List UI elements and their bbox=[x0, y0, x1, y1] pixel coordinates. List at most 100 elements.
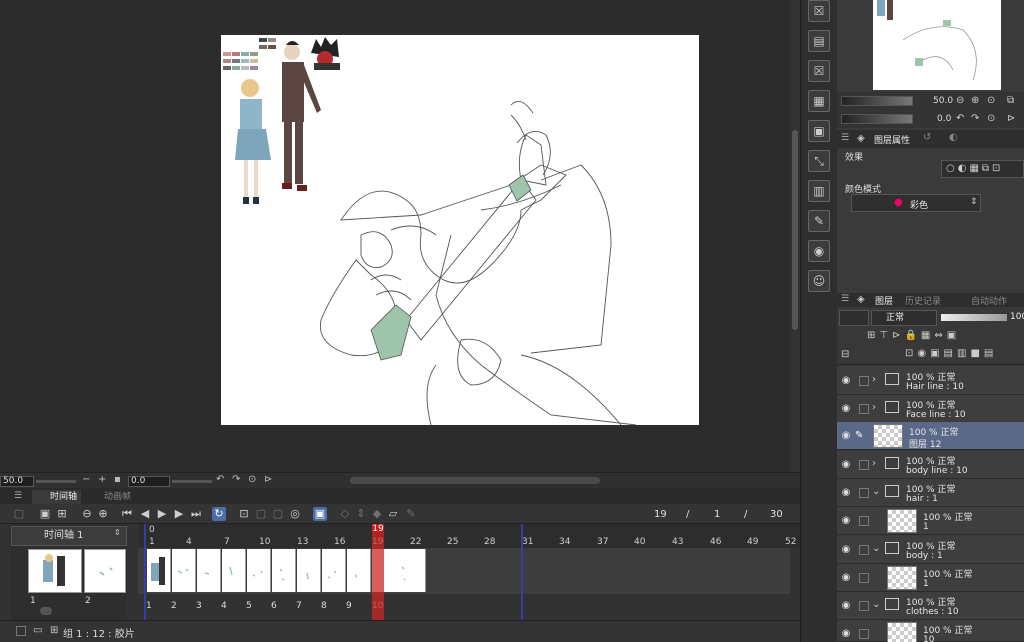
light-table-icon[interactable]: ▣ bbox=[313, 507, 327, 521]
next-frame-icon[interactable]: ▶ bbox=[172, 507, 186, 521]
cel-thumb-7[interactable] bbox=[297, 549, 321, 592]
rotate-right-icon[interactable]: ↷ bbox=[971, 113, 979, 124]
chevron-down-icon[interactable]: ⌄ bbox=[872, 599, 880, 610]
zoom-in-icon[interactable]: ⊕ bbox=[971, 95, 979, 106]
delete-cel-icon[interactable]: ▢ bbox=[271, 507, 285, 521]
layer-row[interactable]: ◉ › 100 % 正常 Face line : 10 bbox=[837, 395, 1024, 423]
eye-icon[interactable]: ◉ bbox=[840, 430, 852, 442]
thumb-scroll[interactable] bbox=[40, 607, 52, 615]
eye-icon[interactable]: ◉ bbox=[840, 600, 852, 612]
tab-auto-actions[interactable]: 自动动作 bbox=[971, 294, 1007, 307]
left-thumb-1[interactable] bbox=[28, 549, 82, 593]
flip-horizontal-icon[interactable]: ⊳ bbox=[264, 474, 272, 485]
layer-row[interactable]: ◉ ⌄ 100 % 正常 clothes : 10 bbox=[837, 592, 1024, 620]
layer-checkbox[interactable] bbox=[859, 629, 869, 639]
cel-thumb-1[interactable] bbox=[147, 549, 171, 592]
navigator-rotation-value[interactable]: 0.0 bbox=[937, 114, 951, 124]
layer-lock-icons[interactable]: ⊞⊤⊳🔒▦⇔▣ bbox=[867, 330, 960, 341]
rotation-slider[interactable] bbox=[172, 480, 212, 483]
copy-icon[interactable]: ▣ bbox=[808, 120, 830, 142]
new-animation-folder-icon[interactable]: ⊡ bbox=[237, 507, 251, 521]
timeline-selector[interactable]: 时间轴 1 bbox=[11, 526, 127, 546]
tab-timeline[interactable]: 时间轴 bbox=[32, 490, 82, 504]
layer-checkbox[interactable] bbox=[859, 545, 869, 555]
eye-icon[interactable]: ◉ bbox=[840, 375, 852, 387]
zoom-slider[interactable] bbox=[36, 480, 76, 483]
pen-icon[interactable]: ✎ bbox=[404, 507, 418, 521]
layer-checkbox[interactable] bbox=[859, 488, 869, 498]
panel-menu-icon[interactable]: ☰ bbox=[841, 294, 849, 304]
fill-icon[interactable]: ▦ bbox=[808, 90, 830, 112]
layer-row[interactable]: ◉ ⌄ 100 % 正常 hair : 1 bbox=[837, 479, 1024, 507]
eye-icon[interactable]: ◉ bbox=[840, 544, 852, 556]
chevron-right-icon[interactable]: › bbox=[872, 458, 876, 469]
eye-icon[interactable]: ◉ bbox=[840, 628, 852, 640]
zoom-field[interactable]: 50.0 bbox=[0, 476, 34, 487]
eye-icon[interactable]: ◉ bbox=[840, 572, 852, 584]
layer-row[interactable]: ◉ › 100 % 正常 body line : 10 bbox=[837, 451, 1024, 479]
layer-checkbox[interactable] bbox=[859, 516, 869, 526]
rotate-left-icon[interactable]: ↶ bbox=[956, 113, 964, 124]
tab-layers[interactable]: 图层 bbox=[875, 294, 893, 307]
rotate-left-icon[interactable]: ↶ bbox=[216, 474, 224, 485]
layer-row[interactable]: ◉ ⌄ 100 % 正常 body : 1 bbox=[837, 536, 1024, 564]
keyframe-icon[interactable]: ◇ bbox=[338, 507, 352, 521]
panel-menu-icon[interactable]: ☰ bbox=[841, 133, 849, 143]
figure-icon[interactable]: ☺ bbox=[808, 270, 830, 292]
layer-checkbox[interactable] bbox=[859, 460, 869, 470]
layer-checkbox[interactable] bbox=[859, 376, 869, 386]
cel-thumb-2[interactable] bbox=[172, 549, 196, 592]
layer-checkbox[interactable] bbox=[859, 573, 869, 583]
chevron-right-icon[interactable]: › bbox=[872, 402, 876, 413]
zoom-in-timeline-icon[interactable]: ⊕ bbox=[96, 507, 110, 521]
cel-list-icon[interactable]: ⊞ bbox=[55, 507, 69, 521]
cel-thumb-3[interactable] bbox=[197, 549, 221, 592]
chevron-down-icon[interactable]: ⌄ bbox=[872, 543, 880, 554]
clear-icon[interactable]: ☒ bbox=[808, 60, 830, 82]
loop-icon[interactable]: ↻ bbox=[212, 507, 226, 521]
first-frame-icon[interactable]: ⏮ bbox=[120, 507, 134, 521]
layer-row[interactable]: ◉ 100 % 正常 1 bbox=[837, 564, 1024, 592]
camera-icon[interactable]: ◉ bbox=[808, 240, 830, 262]
last-frame-icon[interactable]: ⏭ bbox=[189, 507, 203, 521]
canvas-vertical-scrollbar[interactable] bbox=[790, 0, 800, 472]
layer-color-select[interactable] bbox=[839, 310, 869, 326]
zoom-in-icon[interactable]: + bbox=[98, 474, 106, 485]
cel-thumb-6[interactable] bbox=[272, 549, 296, 592]
keyframe-stepper-icon[interactable]: ⇕ bbox=[354, 507, 368, 521]
layer-checkbox[interactable] bbox=[859, 601, 869, 611]
tab-icon[interactable]: ◐ bbox=[949, 132, 958, 143]
navigator-preview[interactable] bbox=[873, 0, 1001, 90]
canvas-paper[interactable] bbox=[221, 35, 699, 426]
zoom-out-icon[interactable]: − bbox=[82, 474, 90, 485]
new-cel-icon[interactable]: ▢ bbox=[254, 507, 268, 521]
rotate-reset-icon[interactable]: ⊙ bbox=[248, 474, 256, 485]
rotate-reset-icon[interactable]: ⊙ bbox=[987, 113, 995, 124]
zoom-reset-icon[interactable]: ▪ bbox=[114, 474, 121, 485]
chevron-right-icon[interactable]: › bbox=[872, 374, 876, 385]
prev-frame-icon[interactable]: ◀ bbox=[138, 507, 152, 521]
onion-skin-icon[interactable]: ◎ bbox=[288, 507, 302, 521]
flip-icon[interactable]: ⊳ bbox=[1007, 113, 1015, 124]
save-icon[interactable]: ▤ bbox=[808, 30, 830, 52]
panel-menu-icon[interactable]: ☰ bbox=[14, 491, 22, 501]
fit-icon[interactable]: ⊙ bbox=[987, 95, 995, 106]
tab-animation-cels[interactable]: 动画帧 bbox=[86, 490, 135, 504]
rotation-field[interactable]: 0.0 bbox=[128, 476, 170, 487]
layer-panel-icon[interactable]: ⊟ bbox=[841, 349, 849, 360]
transform-icon[interactable]: ⤡ bbox=[808, 150, 830, 172]
eye-icon[interactable]: ◉ bbox=[840, 515, 852, 527]
scrollbar-thumb[interactable] bbox=[792, 130, 798, 330]
zoom-out-timeline-icon[interactable]: ⊖ bbox=[80, 507, 94, 521]
navigator-rotation-slider[interactable] bbox=[841, 114, 913, 124]
opacity-slider[interactable] bbox=[941, 314, 1007, 321]
layer-row-selected[interactable]: ◉ ✎ 100 % 正常 图层 12 bbox=[837, 422, 1024, 450]
cel-thumb-4[interactable] bbox=[222, 549, 246, 592]
opacity-value[interactable]: 100 bbox=[1010, 312, 1024, 322]
layer-row[interactable]: ◉ › 100 % 正常 Hair line : 10 bbox=[837, 367, 1024, 395]
navigator-zoom-value[interactable]: 50.0 bbox=[933, 96, 953, 106]
layer-row[interactable]: ◉ 100 % 正常 10 bbox=[837, 620, 1024, 642]
eye-icon[interactable]: ◉ bbox=[840, 487, 852, 499]
canvas-horizontal-scrollbar[interactable] bbox=[350, 477, 600, 484]
cel-thumb-9[interactable] bbox=[347, 549, 371, 592]
